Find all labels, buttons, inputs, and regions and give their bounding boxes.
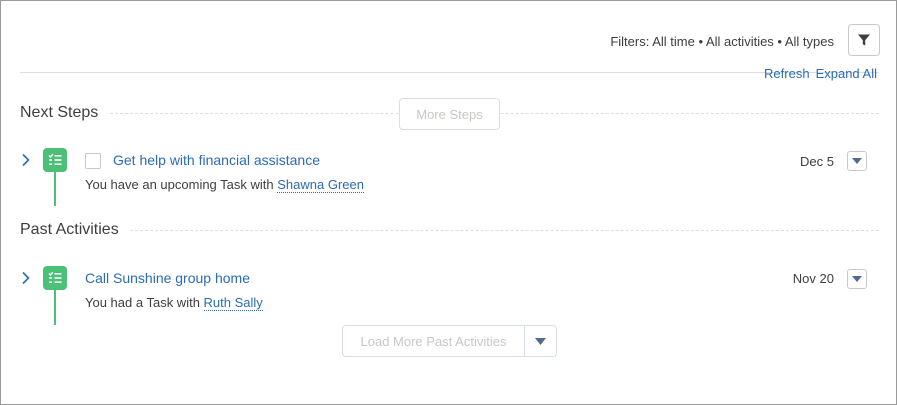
header-links: Refresh Expand All [758, 66, 877, 81]
task-subtitle-text: You had a Task with [85, 295, 204, 310]
header-divider [20, 72, 879, 73]
load-more-group: Load More Past Activities [342, 325, 557, 357]
task-icon [43, 148, 67, 172]
task-title-link[interactable]: Get help with financial assistance [113, 152, 320, 168]
item-menu-button[interactable] [847, 269, 867, 289]
chevron-right-icon[interactable] [21, 153, 31, 167]
task-date: Dec 5 [800, 154, 834, 169]
timeline-line [54, 172, 56, 206]
task-icon [43, 266, 67, 290]
task-title-link[interactable]: Call Sunshine group home [85, 270, 250, 286]
activity-timeline-panel: Filters: All time • All activities • All… [0, 0, 897, 405]
chevron-down-icon [852, 158, 862, 164]
expand-all-link[interactable]: Expand All [816, 66, 877, 81]
assignee-link[interactable]: Ruth Sally [203, 295, 263, 311]
task-checkbox[interactable] [85, 153, 101, 169]
task-subtitle-text: You have an upcoming Task with [85, 177, 278, 192]
refresh-link[interactable]: Refresh [764, 66, 810, 81]
chevron-down-icon [852, 276, 862, 282]
task-date: Nov 20 [792, 271, 834, 286]
item-menu-button[interactable] [847, 151, 867, 171]
next-steps-title: Next Steps [20, 104, 109, 122]
past-activities-title: Past Activities [20, 221, 129, 239]
filters-summary: Filters: All time • All activities • All… [610, 34, 834, 49]
timeline-line [54, 290, 56, 325]
more-steps-button[interactable]: More Steps [399, 98, 500, 130]
task-subtitle: You had a Task with Ruth Sally [85, 295, 263, 311]
chevron-down-icon [535, 337, 546, 345]
load-more-button[interactable]: Load More Past Activities [343, 326, 525, 356]
chevron-right-icon[interactable] [21, 271, 31, 285]
filter-icon [858, 34, 870, 46]
past-activities-divider [20, 230, 879, 231]
load-more-menu-button[interactable] [525, 326, 556, 356]
assignee-link[interactable]: Shawna Green [277, 177, 364, 193]
task-subtitle: You have an upcoming Task with Shawna Gr… [85, 177, 364, 193]
filter-button[interactable] [848, 24, 880, 56]
